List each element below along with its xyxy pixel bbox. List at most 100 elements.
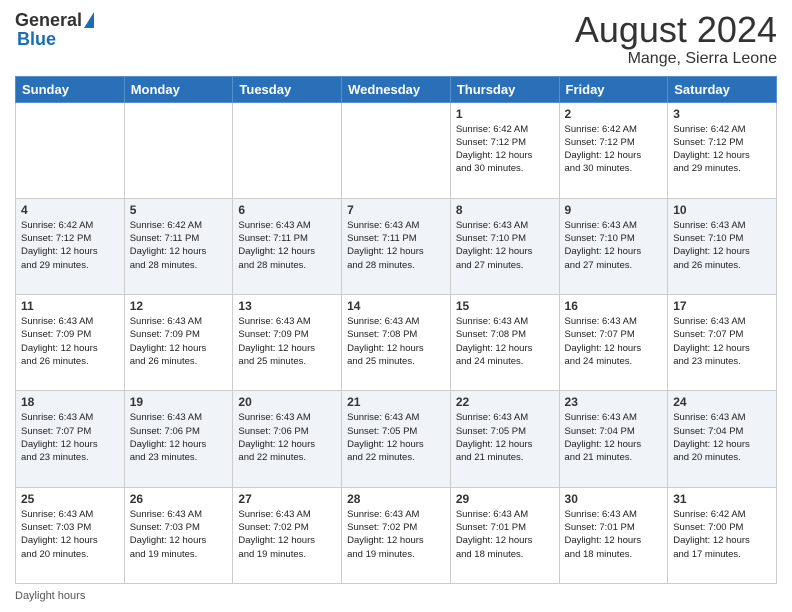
calendar-cell: 19Sunrise: 6:43 AM Sunset: 7:06 PM Dayli… [124, 391, 233, 487]
day-info: Sunrise: 6:42 AM Sunset: 7:00 PM Dayligh… [673, 508, 771, 561]
day-number: 22 [456, 395, 554, 409]
calendar-cell: 29 Sunrise: 6:43 AM Sunset: 7:01 PM Dayli… [450, 487, 559, 583]
day-number: 7 [347, 203, 445, 217]
calendar-cell: 31 Sunrise: 6:42 AM Sunset: 7:00 PM Dayli… [668, 487, 777, 583]
day-info: Sunrise: 6:43 AM Sunset: 7:08 PM Dayligh… [347, 315, 445, 368]
day-info: Sunrise: 6:42 AM Sunset: 7:12 PM Dayligh… [565, 123, 663, 176]
day-info: Sunrise: 6:43 AM Sunset: 7:06 PM Dayligh… [130, 411, 228, 464]
calendar-cell: 25 Sunrise: 6:43 AM Sunset: 7:03 PM Dayli… [16, 487, 125, 583]
day-number: 14 [347, 299, 445, 313]
calendar-week-row: 1Sunrise: 6:42 AM Sunset: 7:12 PM Daylig… [16, 102, 777, 198]
calendar-cell [16, 102, 125, 198]
calendar-day-header: Tuesday [233, 76, 342, 102]
day-number: 16 [565, 299, 663, 313]
calendar-cell: 10 Sunrise: 6:43 AM Sunset: 7:10 PM Dayli… [668, 198, 777, 294]
calendar-cell: 3 Sunrise: 6:42 AM Sunset: 7:12 PM Daylig… [668, 102, 777, 198]
day-info: Sunrise: 6:42 AM Sunset: 7:12 PM Dayligh… [21, 219, 119, 272]
day-info: Sunrise: 6:43 AM Sunset: 7:04 PM Dayligh… [673, 411, 771, 464]
footer-label: Daylight hours [15, 590, 85, 602]
day-info: Sunrise: 6:43 AM Sunset: 7:09 PM Dayligh… [21, 315, 119, 368]
day-info: Sunrise: 6:42 AM Sunset: 7:12 PM Dayligh… [673, 123, 771, 176]
day-info: Sunrise: 6:43 AM Sunset: 7:07 PM Dayligh… [673, 315, 771, 368]
day-number: 2 [565, 107, 663, 121]
calendar-week-row: 25 Sunrise: 6:43 AM Sunset: 7:03 PM Dayli… [16, 487, 777, 583]
calendar-cell: 14 Sunrise: 6:43 AM Sunset: 7:08 PM Dayli… [342, 295, 451, 391]
calendar-cell: 20 Sunrise: 6:43 AM Sunset: 7:06 PM Dayli… [233, 391, 342, 487]
day-info: Sunrise: 6:43 AM Sunset: 7:08 PM Dayligh… [456, 315, 554, 368]
day-info: Sunrise: 6:43 AM Sunset: 7:05 PM Dayligh… [347, 411, 445, 464]
calendar-week-row: 4 Sunrise: 6:42 AM Sunset: 7:12 PM Daylig… [16, 198, 777, 294]
calendar-day-header: Friday [559, 76, 668, 102]
day-number: 29 [456, 492, 554, 506]
calendar-cell [233, 102, 342, 198]
calendar-day-header: Saturday [668, 76, 777, 102]
day-number: 6 [238, 203, 336, 217]
day-info: Sunrise: 6:42 AM Sunset: 7:12 PM Dayligh… [456, 123, 554, 176]
day-info: Sunrise: 6:43 AM Sunset: 7:01 PM Dayligh… [565, 508, 663, 561]
calendar-cell: 11Sunrise: 6:43 AM Sunset: 7:09 PM Dayli… [16, 295, 125, 391]
subtitle: Mange, Sierra Leone [575, 50, 777, 68]
logo-triangle-icon [84, 12, 94, 28]
day-info: Sunrise: 6:43 AM Sunset: 7:04 PM Dayligh… [565, 411, 663, 464]
day-number: 18 [21, 395, 119, 409]
footer: Daylight hours [15, 590, 777, 602]
day-info: Sunrise: 6:43 AM Sunset: 7:02 PM Dayligh… [238, 508, 336, 561]
calendar-cell: 13Sunrise: 6:43 AM Sunset: 7:09 PM Dayli… [233, 295, 342, 391]
day-number: 17 [673, 299, 771, 313]
calendar-cell [124, 102, 233, 198]
day-info: Sunrise: 6:43 AM Sunset: 7:02 PM Dayligh… [347, 508, 445, 561]
calendar-header-row: SundayMondayTuesdayWednesdayThursdayFrid… [16, 76, 777, 102]
day-number: 15 [456, 299, 554, 313]
day-number: 28 [347, 492, 445, 506]
day-info: Sunrise: 6:43 AM Sunset: 7:01 PM Dayligh… [456, 508, 554, 561]
calendar-cell: 21 Sunrise: 6:43 AM Sunset: 7:05 PM Dayli… [342, 391, 451, 487]
day-info: Sunrise: 6:43 AM Sunset: 7:09 PM Dayligh… [238, 315, 336, 368]
day-info: Sunrise: 6:43 AM Sunset: 7:05 PM Dayligh… [456, 411, 554, 464]
header: General Blue August 2024 Mange, Sierra L… [15, 10, 777, 68]
day-number: 10 [673, 203, 771, 217]
calendar-cell: 2 Sunrise: 6:42 AM Sunset: 7:12 PM Daylig… [559, 102, 668, 198]
day-number: 8 [456, 203, 554, 217]
day-info: Sunrise: 6:43 AM Sunset: 7:06 PM Dayligh… [238, 411, 336, 464]
logo-general-text: General [15, 10, 82, 31]
calendar-cell: 22 Sunrise: 6:43 AM Sunset: 7:05 PM Dayli… [450, 391, 559, 487]
calendar-day-header: Sunday [16, 76, 125, 102]
day-number: 21 [347, 395, 445, 409]
calendar-cell: 5Sunrise: 6:42 AM Sunset: 7:11 PM Daylig… [124, 198, 233, 294]
day-info: Sunrise: 6:43 AM Sunset: 7:11 PM Dayligh… [347, 219, 445, 272]
calendar-day-header: Thursday [450, 76, 559, 102]
calendar-cell: 17 Sunrise: 6:43 AM Sunset: 7:07 PM Dayli… [668, 295, 777, 391]
day-number: 24 [673, 395, 771, 409]
calendar-table: SundayMondayTuesdayWednesdayThursdayFrid… [15, 76, 777, 584]
day-info: Sunrise: 6:43 AM Sunset: 7:11 PM Dayligh… [238, 219, 336, 272]
day-info: Sunrise: 6:43 AM Sunset: 7:03 PM Dayligh… [21, 508, 119, 561]
day-info: Sunrise: 6:43 AM Sunset: 7:10 PM Dayligh… [565, 219, 663, 272]
day-info: Sunrise: 6:42 AM Sunset: 7:11 PM Dayligh… [130, 219, 228, 272]
logo-blue-text: Blue [17, 29, 56, 50]
calendar-cell: 28 Sunrise: 6:43 AM Sunset: 7:02 PM Dayli… [342, 487, 451, 583]
day-number: 4 [21, 203, 119, 217]
logo: General Blue [15, 10, 94, 50]
calendar-cell: 12Sunrise: 6:43 AM Sunset: 7:09 PM Dayli… [124, 295, 233, 391]
day-number: 3 [673, 107, 771, 121]
calendar-day-header: Wednesday [342, 76, 451, 102]
day-info: Sunrise: 6:43 AM Sunset: 7:09 PM Dayligh… [130, 315, 228, 368]
day-number: 20 [238, 395, 336, 409]
calendar-cell: 4 Sunrise: 6:42 AM Sunset: 7:12 PM Daylig… [16, 198, 125, 294]
calendar-week-row: 11Sunrise: 6:43 AM Sunset: 7:09 PM Dayli… [16, 295, 777, 391]
calendar-cell: 6 Sunrise: 6:43 AM Sunset: 7:11 PM Daylig… [233, 198, 342, 294]
day-number: 25 [21, 492, 119, 506]
main-title: August 2024 [575, 10, 777, 50]
calendar-cell: 23Sunrise: 6:43 AM Sunset: 7:04 PM Dayli… [559, 391, 668, 487]
calendar-cell: 27Sunrise: 6:43 AM Sunset: 7:02 PM Dayli… [233, 487, 342, 583]
day-number: 31 [673, 492, 771, 506]
calendar-cell: 8Sunrise: 6:43 AM Sunset: 7:10 PM Daylig… [450, 198, 559, 294]
day-info: Sunrise: 6:43 AM Sunset: 7:10 PM Dayligh… [673, 219, 771, 272]
calendar-cell: 16Sunrise: 6:43 AM Sunset: 7:07 PM Dayli… [559, 295, 668, 391]
calendar-day-header: Monday [124, 76, 233, 102]
day-number: 30 [565, 492, 663, 506]
calendar-cell: 30 Sunrise: 6:43 AM Sunset: 7:01 PM Dayli… [559, 487, 668, 583]
day-info: Sunrise: 6:43 AM Sunset: 7:07 PM Dayligh… [21, 411, 119, 464]
day-info: Sunrise: 6:43 AM Sunset: 7:03 PM Dayligh… [130, 508, 228, 561]
calendar-cell: 7 Sunrise: 6:43 AM Sunset: 7:11 PM Daylig… [342, 198, 451, 294]
